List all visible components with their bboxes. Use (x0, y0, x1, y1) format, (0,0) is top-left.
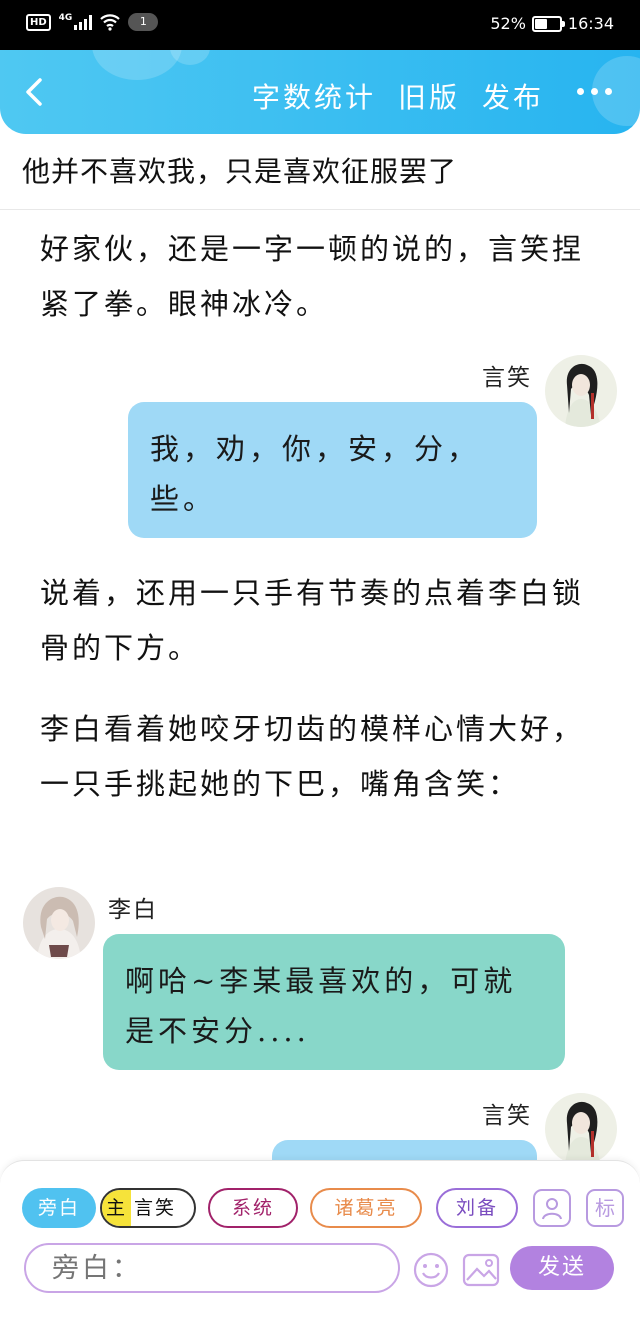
main-role-badge: 主 (102, 1190, 132, 1226)
status-bar: HD 4G 1 52% 16:34 (0, 0, 640, 50)
character-avatar-yanxiao[interactable] (545, 1093, 617, 1165)
wifi-icon (100, 14, 121, 31)
header-decoration (92, 50, 182, 80)
speaker-name: 言笑 (482, 1103, 532, 1129)
role-chip-narrator[interactable]: 旁白 (22, 1188, 96, 1228)
word-count-button[interactable]: 字数统计 (252, 76, 376, 116)
chat-bubble[interactable]: 我，劝，你，安，分，些。 (128, 402, 537, 538)
status-right: 52% 16:34 (490, 14, 614, 33)
composer-panel: 旁白 主言笑 系统 诸葛亮 刘备 标 发送 (0, 1160, 640, 1300)
battery-icon (531, 15, 565, 32)
battery-fill (534, 18, 548, 29)
chat-bubble[interactable]: 啊哈~李某最喜欢的，可就是不安分.... (103, 934, 565, 1070)
clock: 16:34 (567, 14, 614, 33)
message-input[interactable] (24, 1243, 400, 1293)
narration-paragraph: 好家伙，还是一字一顿的说的，言笑捏紧了拳。眼神冰冷。 (40, 232, 585, 321)
person-card-icon[interactable] (533, 1189, 571, 1227)
header-actions: 字数统计 旧版 发布 (252, 76, 544, 116)
title-divider (0, 209, 640, 210)
speaker-name: 言笑 (482, 365, 532, 391)
narration-paragraph: 李白看着她咬牙切齿的模样心情大好，一只手挑起她的下巴，嘴角含笑： (40, 712, 585, 801)
publish-button[interactable]: 发布 (482, 76, 544, 116)
role-chip-zhuge[interactable]: 诸葛亮 (310, 1188, 422, 1228)
mark-button[interactable]: 标 (586, 1189, 624, 1227)
back-arrow-icon[interactable] (18, 74, 54, 110)
signal-icon (74, 14, 93, 30)
hd-badge: HD (26, 13, 51, 31)
character-avatar-libai[interactable] (23, 887, 95, 959)
chapter-title[interactable]: 他并不喜欢我，只是喜欢征服罢了 (22, 150, 457, 190)
role-chip-liubei[interactable]: 刘备 (436, 1188, 518, 1228)
editor-header: 字数统计 旧版 发布 (0, 50, 640, 134)
status-left: HD 4G 1 (26, 13, 159, 31)
header-decoration (170, 50, 210, 65)
character-avatar-yanxiao[interactable] (545, 355, 617, 427)
notification-count: 1 (128, 13, 159, 31)
role-chip-system[interactable]: 系统 (208, 1188, 298, 1228)
battery-percent: 52% (490, 14, 526, 33)
speaker-name: 李白 (108, 897, 158, 923)
image-icon[interactable] (462, 1252, 500, 1288)
role-chip-label: 言笑 (134, 1197, 177, 1219)
narration-paragraph: 说着，还用一只手有节奏的点着李白锁骨的下方。 (40, 576, 585, 665)
more-menu-icon[interactable] (577, 88, 612, 95)
send-button[interactable]: 发送 (510, 1246, 614, 1290)
old-version-button[interactable]: 旧版 (398, 76, 460, 116)
network-type: 4G (58, 13, 73, 23)
smiley-icon[interactable] (413, 1252, 449, 1288)
bottom-edge (0, 1300, 640, 1330)
role-chip-main[interactable]: 主言笑 (100, 1188, 196, 1228)
